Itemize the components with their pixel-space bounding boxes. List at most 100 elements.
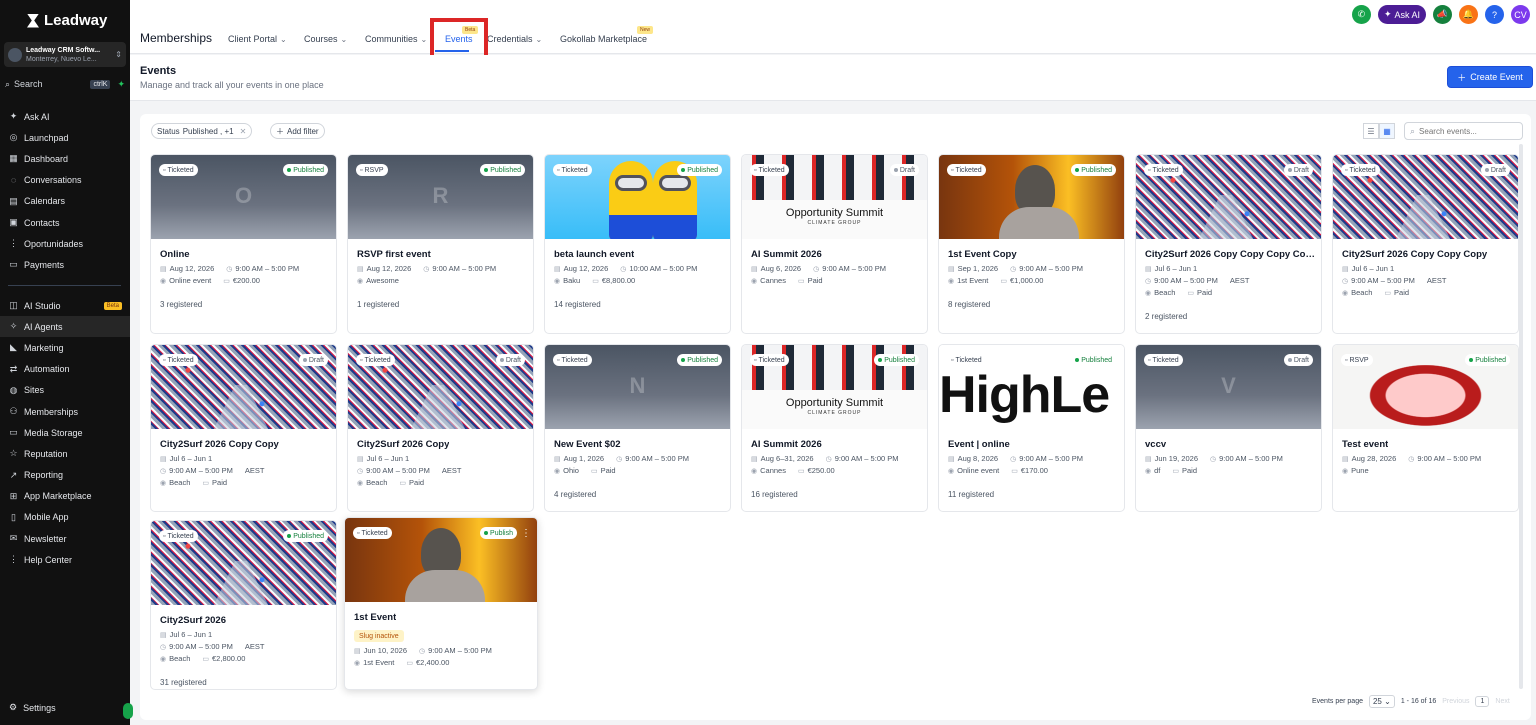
sidebar-item-launchpad[interactable]: ◎ Launchpad [0, 127, 130, 148]
location-pin-icon: ◉ [751, 467, 758, 475]
view-toggle: ☰ ▦ [1363, 123, 1395, 139]
overalls-shape [653, 215, 697, 239]
sidebar-item-app-marketplace[interactable]: ⊞ App Marketplace [0, 486, 130, 507]
status-label: Publish [490, 529, 513, 537]
event-card[interactable]: Opportunity Summit CLIMATE GROUP ▫ Ticketed… [741, 344, 928, 512]
sparkle-icon[interactable]: ✦ [117, 79, 125, 90]
status-dot [1469, 358, 1474, 362]
megaphone-icon[interactable]: 📣 [1433, 5, 1452, 24]
user-avatar[interactable]: CV [1511, 5, 1530, 24]
grid-view-icon[interactable]: ▦ [1379, 123, 1395, 139]
page-number-button[interactable]: 1 [1475, 696, 1490, 707]
brand-logo[interactable]: Leadway [27, 12, 107, 29]
event-location-text: Online event [169, 276, 212, 285]
event-date-line: ▤ Aug 1, 2026 ◷ 9:00 AM – 5:00 PM [554, 454, 689, 463]
sidebar-item-ai-agents[interactable]: ✧ AI Agents [0, 316, 130, 338]
help-icon[interactable]: ? [1485, 5, 1504, 24]
location-pin-icon: ◉ [554, 467, 561, 475]
sidebar-item-newsletter[interactable]: ✉ Newsletter [0, 528, 130, 549]
sidebar-item-label: Ask AI [24, 111, 50, 122]
sidebar-item-memberships[interactable]: ⚇ Memberships [0, 401, 130, 422]
registered-count: 4 registered [554, 490, 597, 499]
ask-ai-button[interactable]: ✦ Ask AI [1377, 5, 1426, 24]
tab-courses[interactable]: Courses ⌄ [304, 34, 347, 44]
event-price: ▭ €8,800.00 [592, 276, 635, 285]
event-card[interactable]: Opportunity Summit CLIMATE GROUP ▫ Ticketed… [741, 154, 928, 334]
list-view-icon[interactable]: ☰ [1363, 123, 1379, 139]
sidebar-item-media-storage[interactable]: ▭ Media Storage [0, 422, 130, 443]
sidebar-item-oportunidades[interactable]: ⋮ Oportunidades [0, 233, 130, 254]
event-card[interactable]: ▫ Ticketed Draft City2Surf 2026 Copy Copy ▤ J… [150, 344, 337, 512]
phone-icon[interactable]: ✆ [1351, 5, 1371, 24]
event-card[interactable]: ▫ RSVP Published Test event ▤ Aug 28, 2026 ◷ 9:… [1332, 344, 1519, 512]
location-pin-icon: ◉ [1145, 467, 1152, 475]
event-card[interactable]: O ▫ Ticketed Published Online ▤ Aug 12, 2026 ◷ 9… [150, 154, 337, 334]
status-filter-chip[interactable]: Status Published , +1 ✕ [151, 123, 253, 139]
sidebar-item-payments[interactable]: ▭ Payments [0, 254, 130, 275]
calendar-icon: ▤ [160, 631, 167, 639]
event-card[interactable]: ▫ Ticketed Published 1st Event Copy ▤ Sep 1, … [938, 154, 1125, 334]
sidebar-item-help-center[interactable]: ⋮ Help Center [0, 549, 130, 570]
account-switcher[interactable]: Leadway CRM Softw... Monterrey, Nuevo Le… [4, 42, 126, 67]
next-button[interactable]: Next [1495, 698, 1509, 705]
event-time: ◷ 9:00 AM – 5:00 PM [419, 646, 492, 655]
sidebar-item-contacts[interactable]: ▣ Contacts [0, 212, 130, 233]
sidebar-item-ask-ai[interactable]: ✦ Ask AI [0, 106, 130, 127]
event-location: ◉ Awesome [357, 276, 399, 285]
sidebar-item-reputation[interactable]: ☆ Reputation [0, 443, 130, 464]
sidebar-item-mobile-app[interactable]: ▯ Mobile App [0, 507, 130, 528]
more-options-icon[interactable]: ⋮ [521, 528, 531, 539]
add-filter-button[interactable]: ＋ Add filter [270, 123, 325, 139]
event-card[interactable]: R ▫ RSVP Published RSVP first event ▤ Aug 12, … [347, 154, 534, 334]
search-input[interactable] [1419, 126, 1510, 136]
event-card[interactable]: V ▫ Ticketed Draft vccv ▤ Jun 19, 2026 ◷ 9:00 AM… [1135, 344, 1322, 512]
sidebar-search[interactable]: ⌕ Search ctrlK ✦ [5, 77, 125, 91]
event-card[interactable]: HighLe ▫ Ticketed Published Event | online ▤ A… [938, 344, 1125, 512]
previous-button[interactable]: Previous [1442, 698, 1469, 705]
sidebar-item-marketing[interactable]: ◣ Marketing [0, 337, 130, 358]
scrollbar[interactable] [1519, 144, 1523, 689]
event-price: ▭ €200.00 [223, 276, 260, 285]
create-event-button[interactable]: ＋ Create Event [1447, 66, 1533, 88]
status-dot [484, 168, 489, 172]
event-card[interactable]: N ▫ Ticketed Published New Event $02 ▤ Aug 1, … [544, 344, 731, 512]
event-image: ▫ Ticketed Publish ⋮ [345, 518, 537, 602]
sidebar-item-conversations[interactable]: ◌ Conversations [0, 170, 130, 191]
bell-icon[interactable]: 🔔 [1459, 5, 1478, 24]
event-card[interactable]: ▫ Ticketed Publish ⋮ 1st Event Slug inactive ▤… [344, 517, 538, 690]
status-label: Draft [505, 356, 521, 364]
sidebar-item-dashboard[interactable]: ▦ Dashboard [0, 148, 130, 169]
summit-title: Opportunity Summit [785, 397, 884, 409]
status-dot [287, 168, 292, 172]
event-time-line: ◷ 9:00 AM – 5:00 PM AEST [160, 642, 265, 651]
event-card[interactable]: ▫ Ticketed Published City2Surf 2026 ▤ Jul 6 –… [150, 520, 337, 690]
event-card[interactable]: ▫ Ticketed Draft City2Surf 2026 Copy ▤ Jul 6 … [347, 344, 534, 512]
event-card[interactable]: ▫ Ticketed Draft City2Surf 2026 Copy Copy C… [1135, 154, 1322, 334]
sidebar-item-automation[interactable]: ⇄ Automation [0, 359, 130, 380]
tab-communities[interactable]: Communities ⌄ [365, 34, 427, 44]
event-date-text: Sep 1, 2026 [957, 264, 999, 273]
sidebar-item-label: Reputation [24, 448, 68, 459]
per-page-select[interactable]: 25 ⌄ [1368, 695, 1395, 708]
tab-credentials[interactable]: Credentials ⌄ [487, 34, 542, 44]
close-icon[interactable]: ✕ [240, 127, 247, 136]
event-image: ▫ Ticketed Published [939, 155, 1124, 239]
road-shape [1393, 195, 1453, 239]
sidebar-collapse-handle[interactable] [123, 703, 133, 719]
tab-marketplace[interactable]: Gokollab Marketplace [560, 34, 647, 44]
sidebar-item-sites[interactable]: ◍ Sites [0, 380, 130, 401]
event-card[interactable]: ▫ Ticketed Published beta launch event ▤ Aug … [544, 154, 731, 334]
sidebar-item-reporting[interactable]: ↗ Reporting [0, 465, 130, 486]
sidebar-item-calendars[interactable]: ▤ Calendars [0, 191, 130, 212]
sidebar-item-settings[interactable]: ⚙ Settings [9, 702, 56, 713]
studio-icon: ◫ [9, 300, 18, 311]
membership-icon: ⚇ [9, 406, 18, 417]
event-date-line: ▤ Jul 6 – Jun 1 [160, 454, 212, 463]
status-dot [681, 168, 686, 172]
event-card[interactable]: ▫ Ticketed Draft City2Surf 2026 Copy Copy C… [1332, 154, 1519, 334]
tab-client-portal[interactable]: Client Portal ⌄ [228, 34, 287, 44]
sidebar-item-ai-studio[interactable]: ◫ AI Studio Beta [0, 295, 130, 316]
status-label: Draft [1293, 166, 1309, 174]
registered-count: 8 registered [948, 300, 991, 309]
registered-count: 2 registered [1145, 312, 1188, 321]
